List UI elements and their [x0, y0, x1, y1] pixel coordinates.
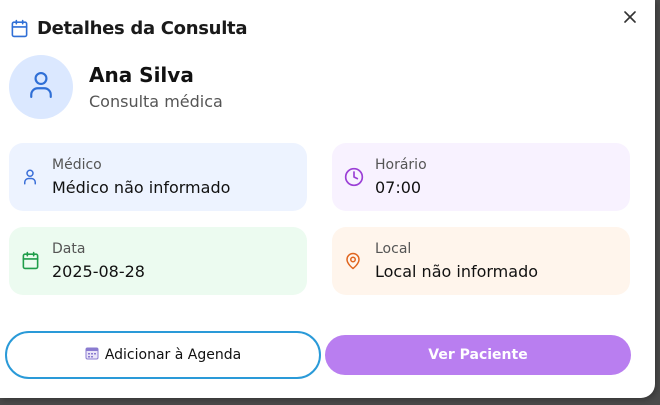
location-value: Local não informado: [375, 262, 539, 281]
add-to-calendar-button[interactable]: Adicionar à Agenda: [5, 331, 321, 379]
location-label: Local: [375, 241, 412, 257]
modal-title: Detalhes da Consulta: [37, 18, 248, 39]
appointment-type: Consulta médica: [89, 92, 223, 111]
date-value: 2025-08-28: [52, 262, 145, 281]
doctor-label: Médico: [52, 157, 102, 173]
user-icon: [21, 167, 41, 187]
date-label: Data: [52, 241, 86, 257]
location-card: Local Local não informado: [332, 227, 630, 295]
close-icon[interactable]: [624, 10, 636, 28]
modal-header: Detalhes da Consulta: [10, 18, 248, 39]
time-card: Horário 07:00: [332, 143, 630, 211]
time-value: 07:00: [375, 178, 422, 197]
avatar: [9, 55, 73, 119]
appointment-details-modal: Detalhes da Consulta Ana Silva Consulta …: [0, 0, 655, 398]
view-patient-button[interactable]: Ver Paciente: [325, 335, 631, 375]
view-patient-label[interactable]: Ver Paciente: [428, 347, 527, 363]
add-to-calendar-label[interactable]: Adicionar à Agenda: [105, 347, 241, 363]
map-pin-icon: [344, 251, 364, 271]
user-icon: [28, 70, 54, 105]
calendar-emoji-icon: [85, 346, 99, 364]
patient-name: Ana Silva: [89, 63, 194, 87]
clock-icon: [344, 167, 364, 187]
calendar-icon: [21, 251, 41, 271]
calendar-icon: [10, 19, 29, 38]
date-card: Data 2025-08-28: [9, 227, 307, 295]
doctor-card: Médico Médico não informado: [9, 143, 307, 211]
time-label: Horário: [375, 157, 427, 173]
doctor-value: Médico não informado: [52, 178, 231, 197]
close-button[interactable]: [621, 10, 639, 28]
patient-summary: Ana Silva Consulta médica: [9, 55, 223, 119]
